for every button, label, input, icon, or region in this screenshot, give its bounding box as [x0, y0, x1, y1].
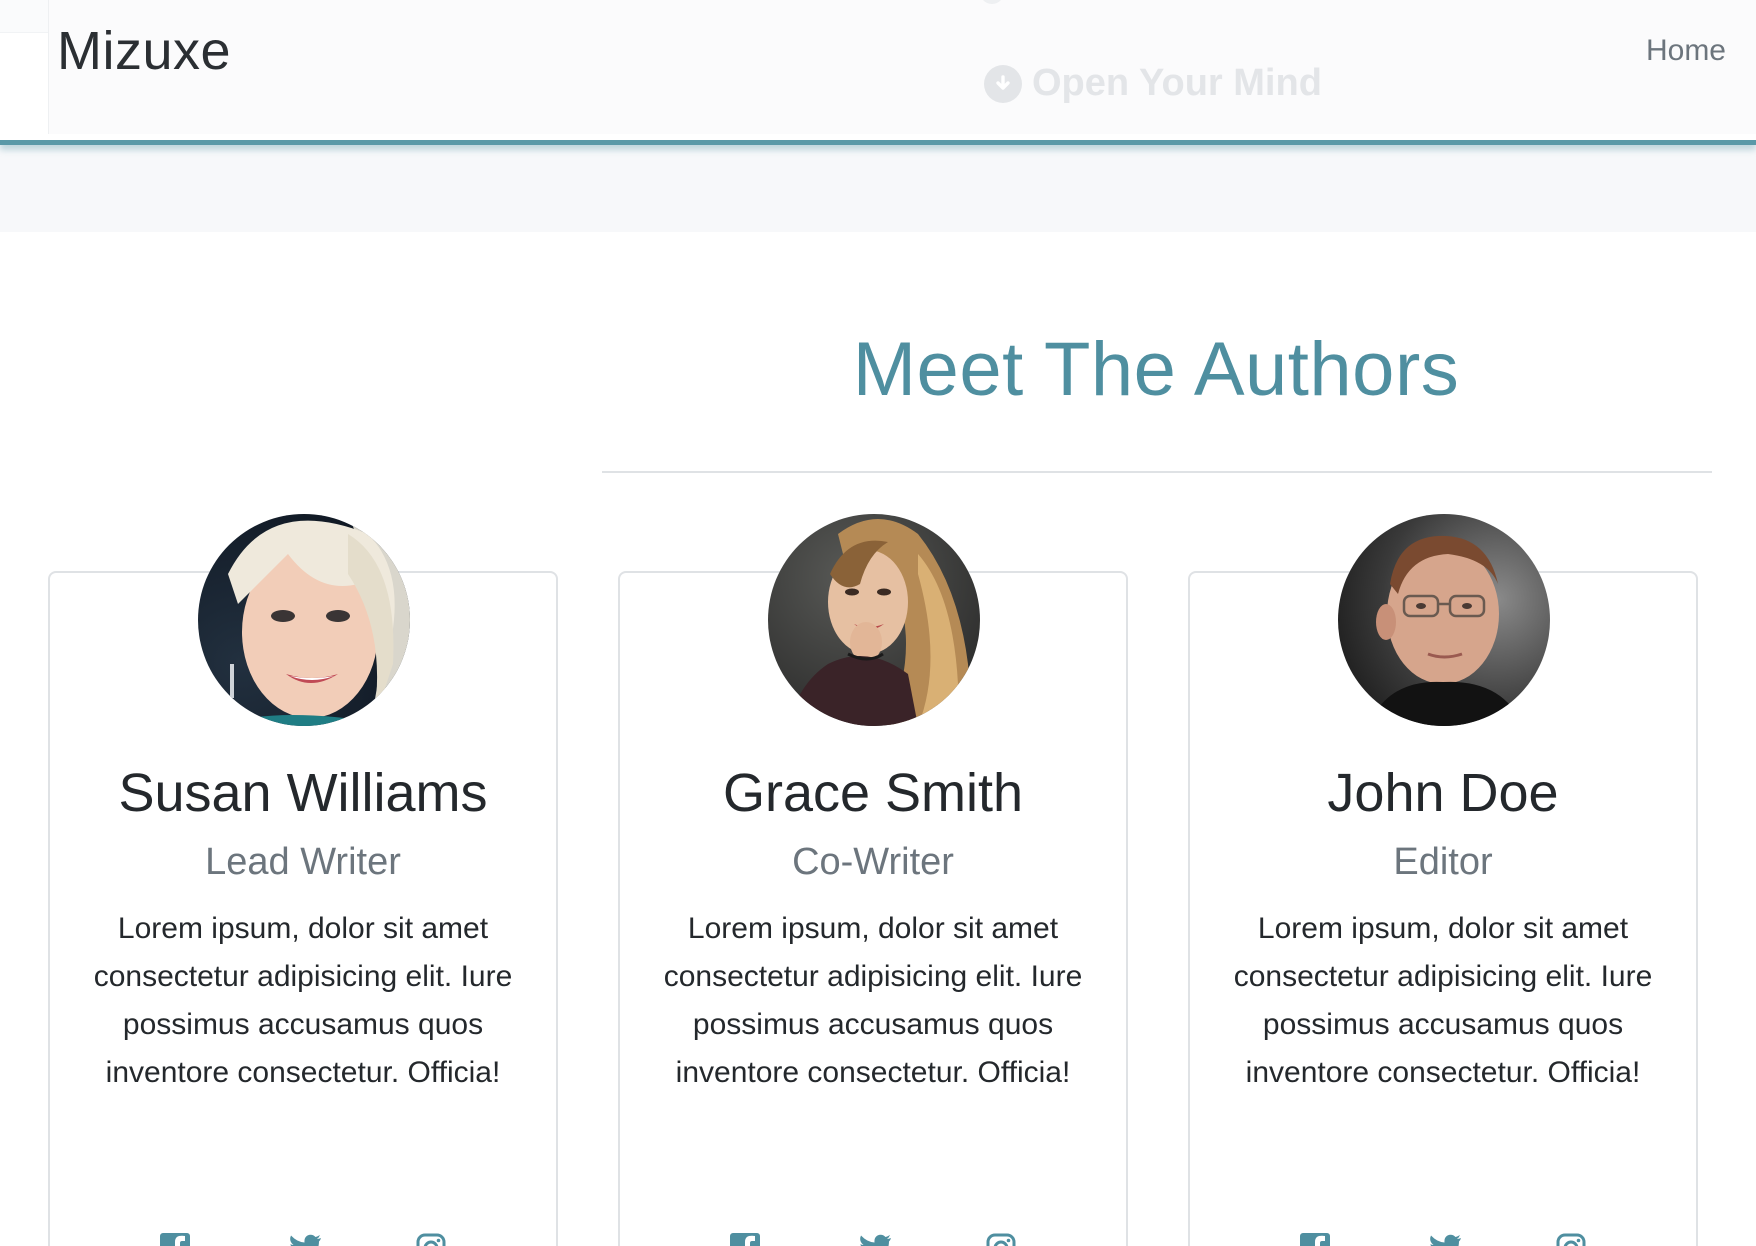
social-links: [620, 1233, 1126, 1246]
author-avatar: [198, 514, 410, 726]
twitter-icon[interactable]: [858, 1233, 891, 1246]
navbar: Open Your Mind Mizuxe Home: [0, 0, 1756, 145]
social-links: [1190, 1233, 1696, 1246]
facebook-icon[interactable]: [730, 1233, 760, 1246]
author-bio: Lorem ipsum, dolor sit amet consectetur …: [1233, 912, 1653, 1089]
facebook-icon[interactable]: [160, 1233, 190, 1246]
author-card: John Doe Editor Lorem ipsum, dolor sit a…: [1188, 514, 1698, 1246]
arrow-down-circle-icon: [984, 64, 1022, 103]
faded-banner-heading: Open Your Mind: [984, 62, 1322, 105]
author-card: Grace Smith Co-Writer Lorem ipsum, dolor…: [618, 514, 1128, 1246]
author-bio: Lorem ipsum, dolor sit amet consectetur …: [93, 912, 513, 1089]
instagram-icon[interactable]: [986, 1233, 1016, 1246]
twitter-icon[interactable]: [288, 1233, 321, 1246]
twitter-icon[interactable]: [1428, 1233, 1461, 1246]
navbar-faded-panel: [48, 0, 1756, 134]
page: Open Your Mind Mizuxe Home Meet The Auth…: [0, 0, 1756, 1246]
author-avatar: [1338, 514, 1550, 726]
author-avatar: [768, 514, 980, 726]
brand-logo[interactable]: Mizuxe: [57, 20, 231, 82]
instagram-icon[interactable]: [1556, 1233, 1586, 1246]
nav-link-home[interactable]: Home: [1646, 34, 1726, 68]
instagram-icon[interactable]: [416, 1233, 446, 1246]
author-role: Editor: [1393, 841, 1493, 883]
faded-banner-text: Open Your Mind: [1032, 62, 1322, 104]
author-card: Susan Williams Lead Writer Lorem ipsum, …: [48, 514, 558, 1246]
author-name: John Doe: [1327, 763, 1559, 823]
author-role: Lead Writer: [205, 841, 401, 883]
hero-band: [0, 145, 1756, 232]
facebook-icon[interactable]: [1300, 1233, 1330, 1246]
author-name: Grace Smith: [722, 763, 1024, 823]
social-links: [50, 1233, 556, 1246]
section-divider: [602, 471, 1712, 473]
author-bio: Lorem ipsum, dolor sit amet consectetur …: [663, 912, 1083, 1089]
author-role: Co-Writer: [792, 841, 954, 883]
section-title: Meet The Authors: [852, 327, 1460, 412]
author-name: Susan Williams: [118, 763, 488, 823]
